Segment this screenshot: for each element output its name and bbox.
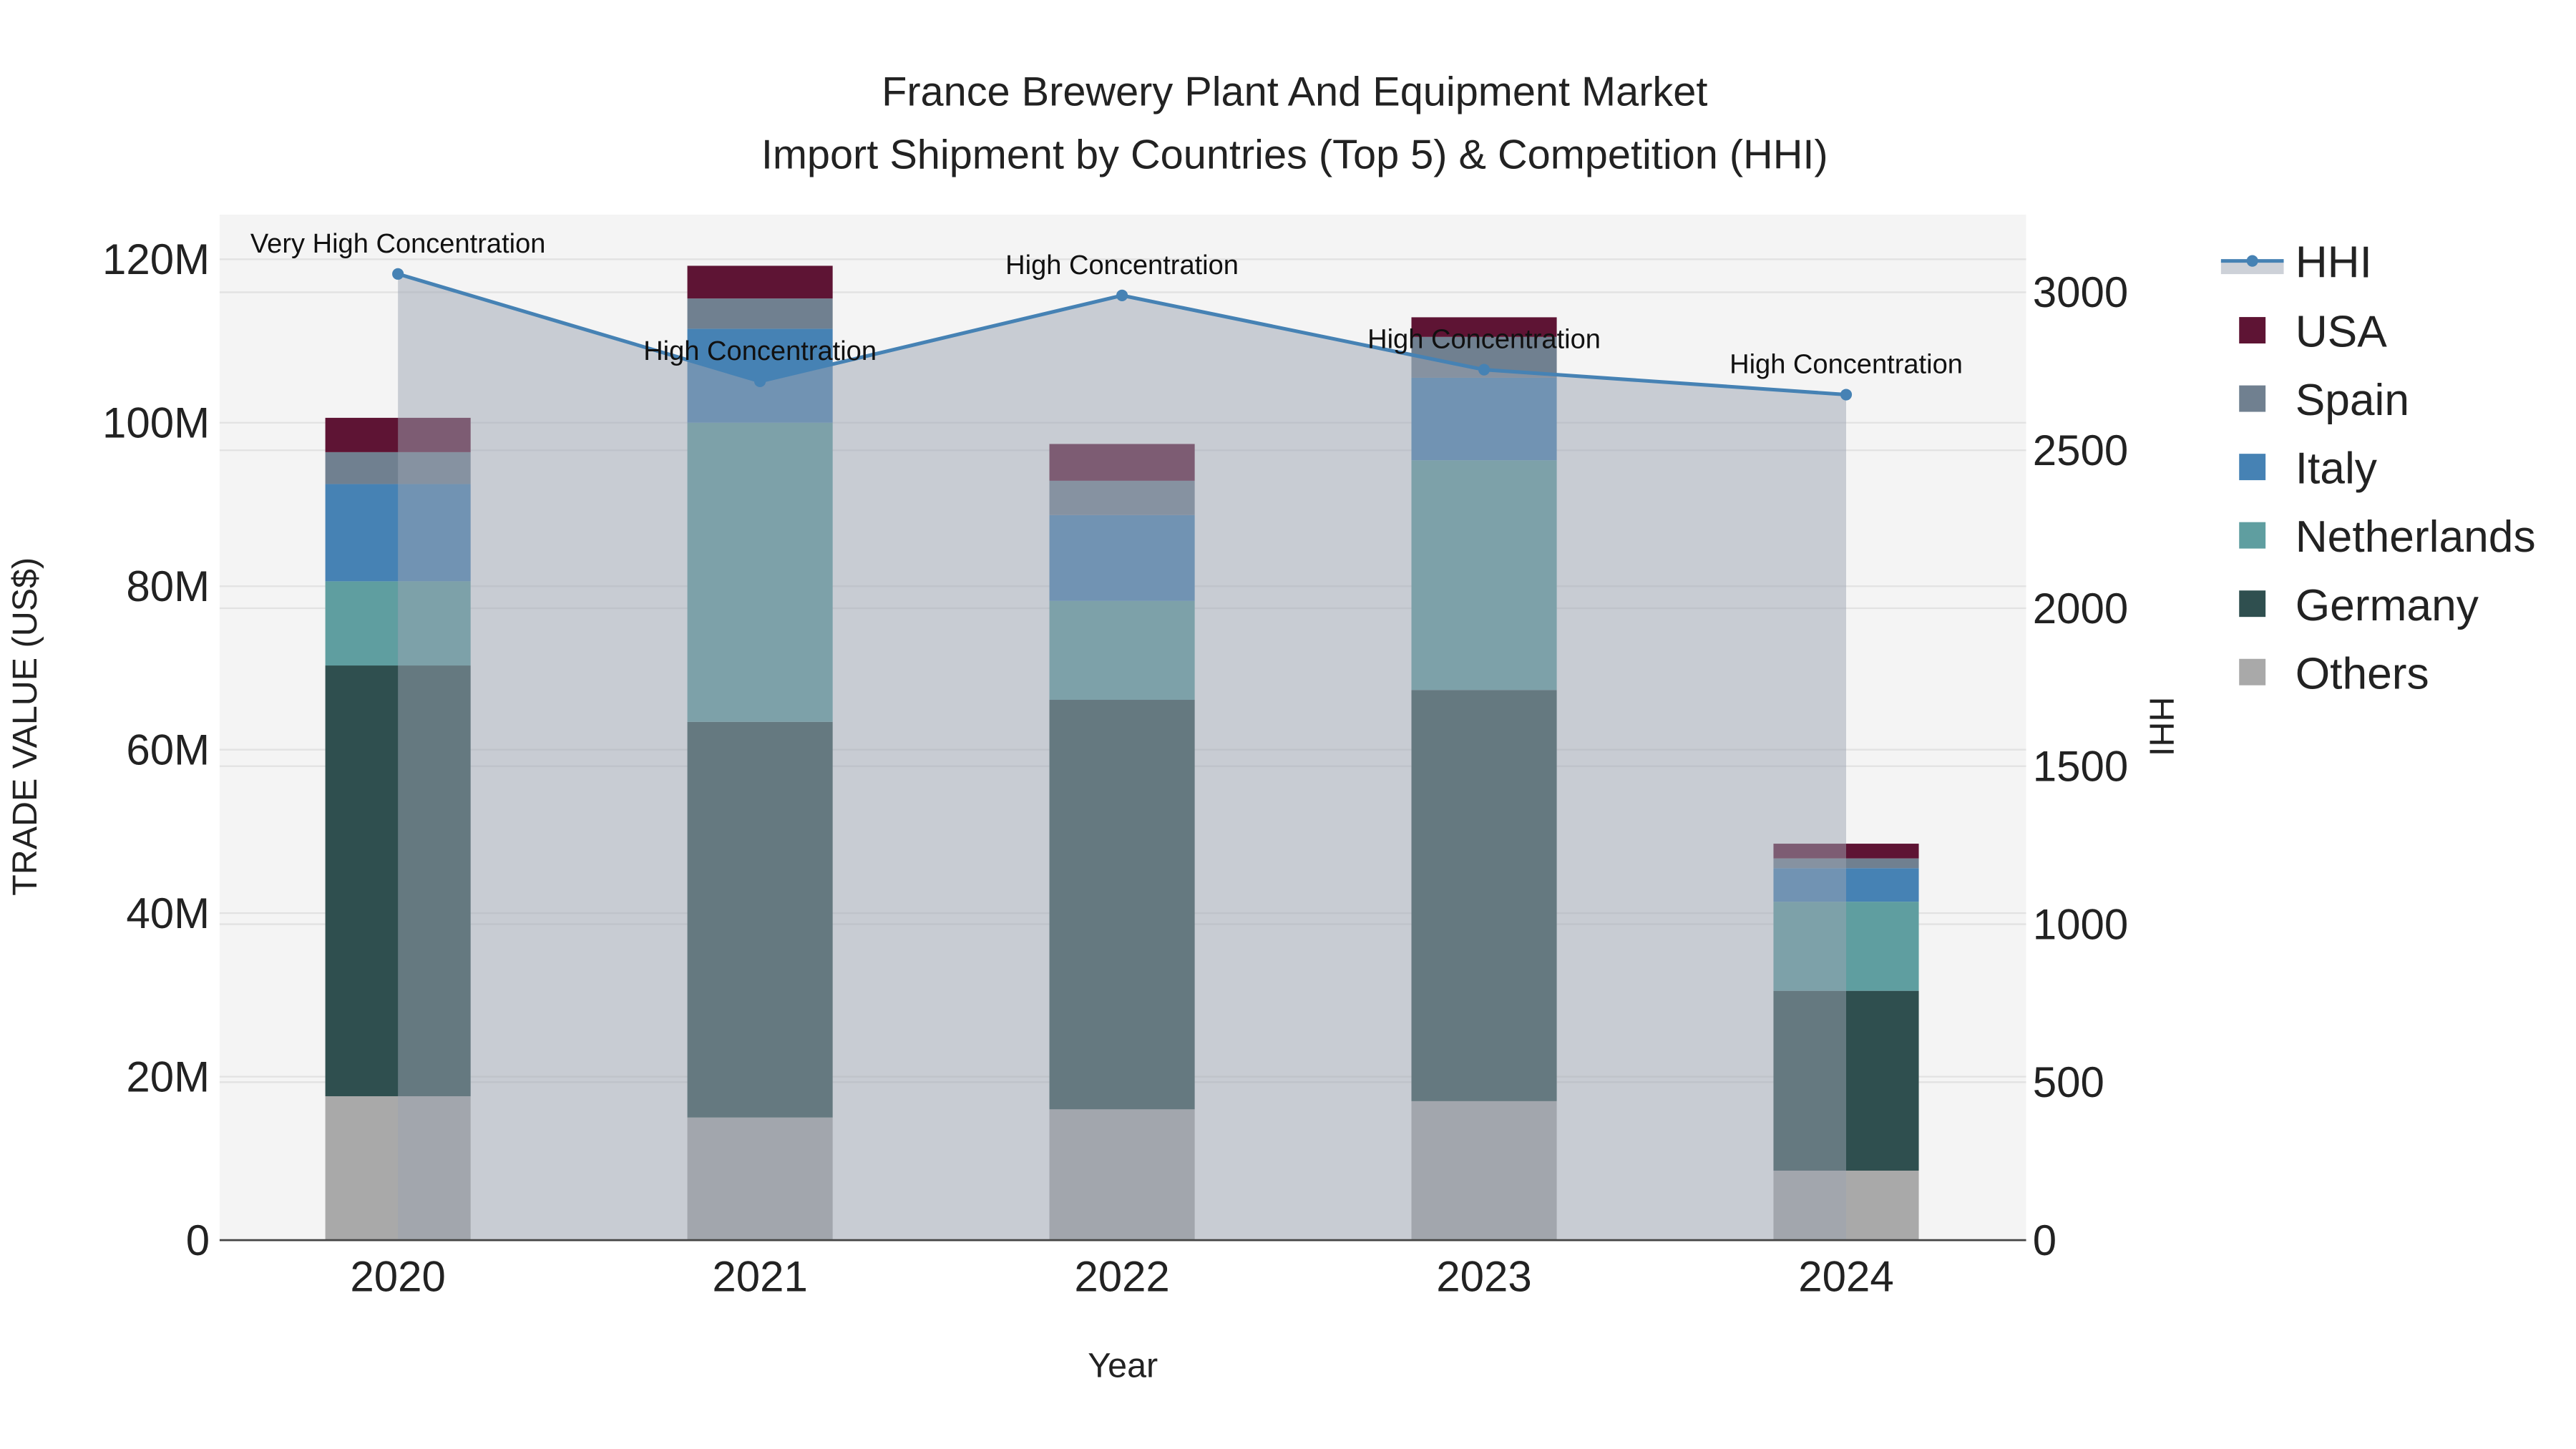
legend-swatch-others xyxy=(2239,658,2266,686)
y2-tick-label: 0 xyxy=(2033,1216,2057,1264)
y-axis-title: TRADE VALUE (US$) xyxy=(6,557,44,896)
hhi-area xyxy=(398,273,1847,1241)
y-tick-label: 60M xyxy=(126,726,210,774)
y-tick-label: 120M xyxy=(102,235,210,283)
y-tick-label: 100M xyxy=(102,399,210,447)
legend-label-others: Others xyxy=(2296,649,2429,698)
y2-tick-label: 2000 xyxy=(2033,585,2128,633)
hhi-point xyxy=(754,375,766,388)
y-tick-label: 80M xyxy=(126,562,210,610)
hhi-point xyxy=(1116,289,1128,301)
bar-spain-2021 xyxy=(687,298,833,329)
y-tick-label: 0 xyxy=(186,1216,210,1264)
y2-axis-title: HHI xyxy=(2142,697,2181,756)
hhi-annotation: High Concentration xyxy=(1729,350,1963,380)
y2-tick-label: 1000 xyxy=(2033,900,2128,948)
hhi-annotation: Very High Concentration xyxy=(250,229,546,259)
hhi-point xyxy=(392,268,404,280)
y2-tick-label: 2500 xyxy=(2033,426,2128,474)
x-tick-label: 2020 xyxy=(350,1253,445,1301)
y2-tick-label: 3000 xyxy=(2033,268,2128,316)
x-axis-title: Year xyxy=(1088,1347,1158,1385)
legend-label-netherlands: Netherlands xyxy=(2296,512,2536,562)
legend-label-usa: USA xyxy=(2296,308,2388,357)
legend-swatch-italy xyxy=(2239,454,2266,481)
legend-swatch-germany xyxy=(2239,590,2266,618)
hhi-point xyxy=(1840,389,1853,401)
y2-tick-label: 500 xyxy=(2033,1058,2104,1106)
x-tick-label: 2021 xyxy=(712,1253,807,1301)
chart: Very High Concentration High Concentratio… xyxy=(0,0,2576,1449)
hhi-annotation: High Concentration xyxy=(643,336,877,366)
hhi-annotation: High Concentration xyxy=(1005,250,1239,280)
hhi-point xyxy=(1478,364,1491,376)
chart-title: France Brewery Plant And Equipment Marke… xyxy=(882,69,1707,115)
x-tick-label: 2024 xyxy=(1798,1253,1893,1301)
legend-swatch-usa xyxy=(2239,317,2266,343)
hhi-annotation: High Concentration xyxy=(1367,325,1601,355)
legend-label-hhi: HHI xyxy=(2296,238,2372,288)
legend-label-germany: Germany xyxy=(2296,581,2479,630)
x-tick-label: 2022 xyxy=(1074,1253,1169,1301)
chart-subtitle: Import Shipment by Countries (Top 5) & C… xyxy=(761,132,1828,177)
legend-label-italy: Italy xyxy=(2296,444,2378,494)
y-tick-label: 20M xyxy=(126,1053,210,1101)
legend-hhi-marker xyxy=(2246,255,2258,267)
x-tick-label: 2023 xyxy=(1436,1253,1531,1301)
legend-swatch-netherlands xyxy=(2239,522,2266,549)
y2-tick-label: 1500 xyxy=(2033,743,2128,791)
legend-label-spain: Spain xyxy=(2296,376,2409,425)
bar-usa-2021 xyxy=(687,265,833,299)
hhi-area-fill xyxy=(398,273,1847,1241)
y-tick-label: 40M xyxy=(126,889,210,937)
legend-swatch-spain xyxy=(2239,385,2266,412)
